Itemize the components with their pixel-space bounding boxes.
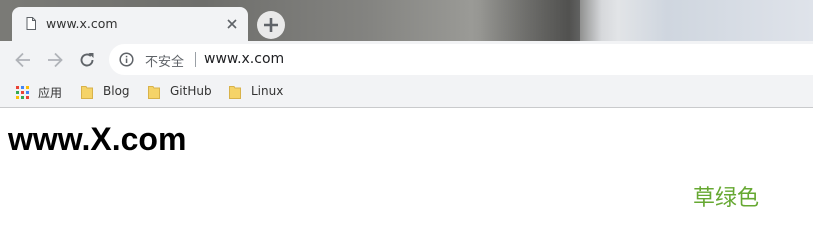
url-text[interactable]: www.x.com (204, 51, 284, 67)
folder-icon (148, 86, 160, 99)
bookmark-apps[interactable]: 应用 (16, 83, 68, 101)
green-text: 草绿色 (693, 186, 760, 211)
folder-icon (81, 86, 93, 99)
bookmark-blog[interactable]: Blog (81, 83, 136, 101)
plus-icon (264, 18, 278, 32)
new-tab-button[interactable] (257, 11, 285, 39)
tab-title: www.x.com (46, 16, 118, 31)
page-icon (26, 17, 36, 30)
bookmark-github[interactable]: GitHub (148, 83, 218, 101)
folder-icon (229, 86, 241, 99)
bookmark-label: Blog (103, 84, 130, 98)
bookmark-label: Linux (251, 84, 284, 98)
info-icon[interactable] (119, 52, 134, 67)
bookmark-label: 应用 (38, 86, 63, 100)
address-bar[interactable]: 不安全 www.x.com (109, 44, 813, 75)
browser-tab[interactable]: www.x.com (12, 7, 248, 41)
apps-grid-icon (16, 86, 29, 99)
window-background-shade (480, 0, 580, 41)
tab-strip: www.x.com (0, 0, 813, 41)
back-arrow-icon[interactable] (13, 50, 33, 70)
forward-arrow-icon[interactable] (45, 50, 65, 70)
bookmark-linux[interactable]: Linux (229, 83, 289, 101)
bookmarks-bar: 应用 Blog GitHub Linux (0, 78, 813, 108)
toolbar: 不安全 www.x.com (0, 41, 813, 78)
page-content: www.X.com 草绿色 (0, 108, 813, 234)
reload-icon[interactable] (77, 50, 97, 70)
separator (195, 52, 196, 67)
security-status-label[interactable]: 不安全 (145, 51, 184, 70)
page-heading: www.X.com (8, 121, 187, 157)
bookmark-label: GitHub (170, 84, 212, 98)
close-icon[interactable] (226, 18, 238, 30)
